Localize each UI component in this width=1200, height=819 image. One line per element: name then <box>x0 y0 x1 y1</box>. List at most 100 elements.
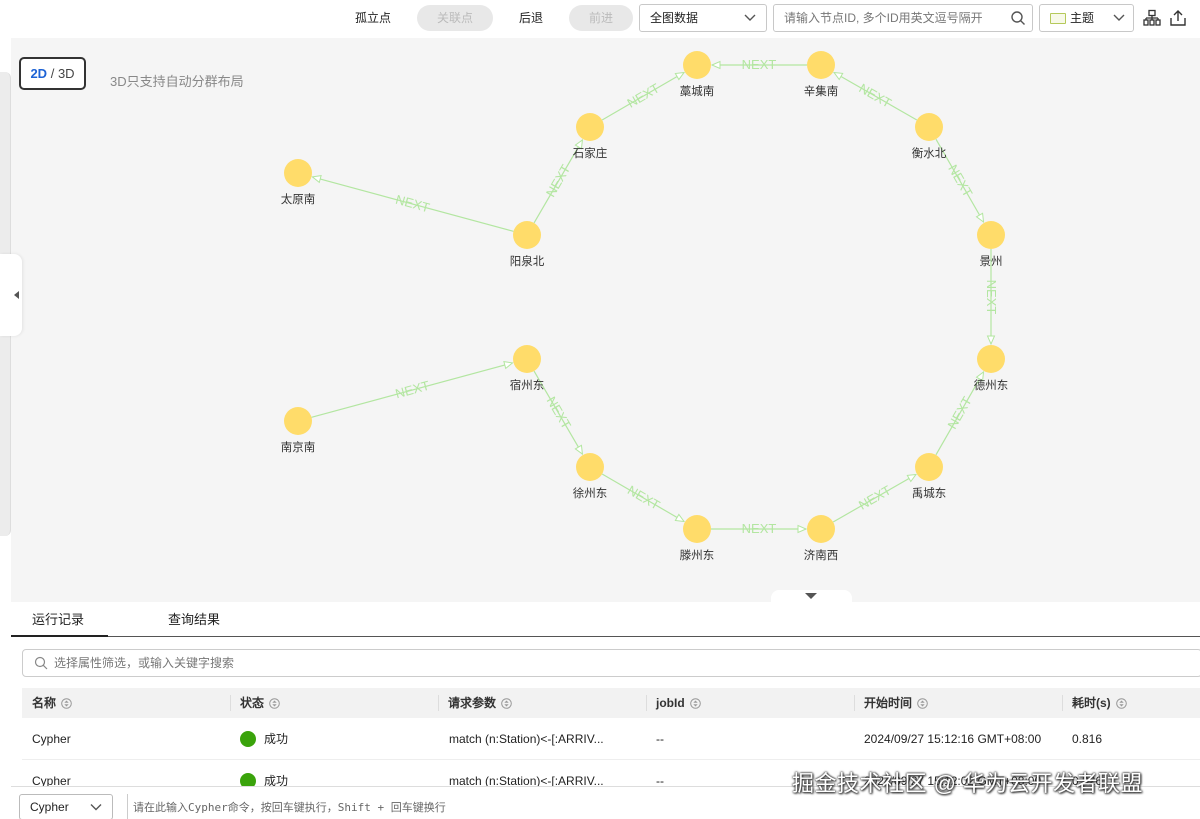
export-icon[interactable] <box>1169 9 1187 27</box>
node-label: 济南西 <box>804 548 839 562</box>
graph-nodes: 太原南阳泉北 石家庄 藁城南 辛集南衡水北景州德州东禹城东济南西 滕州东 徐州东 宿州东南京… <box>281 51 1009 562</box>
node-label: 禹城东 <box>912 487 947 500</box>
edge-arrowhead <box>986 335 996 346</box>
layout-hierarchy-icon[interactable] <box>1143 9 1161 27</box>
graph-node[interactable] <box>576 113 604 141</box>
tab-divider <box>11 636 1200 637</box>
sort-icon[interactable] <box>501 698 512 710</box>
graph-edges: NEXT NEXT NEXT NEXT NEXT NEXT NEXT NEXT NEXT NEXT… <box>311 57 999 536</box>
node-label: 阳泉北 <box>510 254 545 268</box>
edge-arrowhead <box>311 175 322 184</box>
row-params: match (n:Station)<-[:ARRIV... <box>449 732 604 746</box>
graph-view[interactable]: NEXT NEXT NEXT NEXT NEXT NEXT NEXT NEXT NEXT NEXT… <box>11 38 1200 598</box>
active-tab-indicator <box>11 635 108 637</box>
sort-icon[interactable] <box>689 698 701 710</box>
node-label: 藁城南 <box>680 84 715 98</box>
back-button[interactable]: 后退 <box>503 5 559 31</box>
graph-node[interactable] <box>807 515 835 543</box>
sort-icon[interactable] <box>61 698 72 710</box>
column-divider <box>854 695 855 711</box>
node-label: 宿州东 <box>510 378 545 392</box>
graph-node[interactable] <box>284 407 312 435</box>
row-name: Cypher <box>32 732 71 746</box>
table-header: 名称 状态 请求参数 jobId 开始时间 耗时(s) <box>22 688 1200 718</box>
row-duration: 0.816 <box>1072 732 1103 746</box>
graph-node[interactable] <box>807 51 835 79</box>
node-label: 滕州东 <box>680 548 715 562</box>
query-language-select[interactable]: Cypher <box>19 794 113 819</box>
edge-label: NEXT <box>544 394 574 432</box>
edge-label: NEXT <box>625 482 663 512</box>
query-language-value: Cypher <box>30 800 69 814</box>
node-search-input[interactable] <box>784 5 1009 31</box>
related-nodes-button[interactable]: 关联点 <box>417 5 493 31</box>
sort-icon[interactable] <box>269 698 280 710</box>
success-status-icon <box>240 730 256 747</box>
edge-label: NEXT <box>394 378 431 402</box>
node-label: 徐州东 <box>573 486 608 500</box>
node-label: 德州东 <box>974 378 1009 392</box>
graph-node[interactable] <box>915 453 943 481</box>
node-label: 太原南 <box>281 192 316 206</box>
column-header-name[interactable]: 名称 <box>32 688 72 718</box>
column-divider <box>646 695 647 711</box>
edge-label: NEXT <box>742 57 777 72</box>
node-label: 辛集南 <box>804 84 839 98</box>
edge-arrowhead <box>674 513 686 523</box>
command-divider <box>127 794 128 819</box>
graph-node[interactable] <box>513 345 541 373</box>
theme-select[interactable]: 主题 <box>1039 4 1134 32</box>
graph-node[interactable] <box>977 345 1005 373</box>
isolated-nodes-button[interactable]: 孤立点 <box>343 5 403 31</box>
filter-box <box>22 649 1200 677</box>
graph-node[interactable] <box>576 453 604 481</box>
tab-run-history[interactable]: 运行记录 <box>32 609 84 628</box>
table-row[interactable]: Cypher 成功 match (n:Station)<-[:ARRIV... … <box>22 718 1200 760</box>
graph-node[interactable] <box>513 221 541 249</box>
chevron-down-icon <box>90 804 102 811</box>
edge-arrowhead <box>674 71 686 81</box>
search-icon[interactable] <box>1010 10 1026 26</box>
edge-arrowhead <box>710 60 721 70</box>
graph-toolbar: 孤立点 关联点 后退 前进 全图数据 主题 <box>0 0 1200 38</box>
edge-label: NEXT <box>742 521 777 536</box>
theme-label: 主题 <box>1070 11 1095 25</box>
tab-query-results[interactable]: 查询结果 <box>168 609 220 628</box>
graph-node[interactable] <box>683 515 711 543</box>
column-header-params[interactable]: 请求参数 <box>448 688 512 718</box>
watermark: 掘金技术社区 @ 华为云开发者联盟 <box>792 771 1144 796</box>
node-label: 南京南 <box>281 440 316 454</box>
graph-node[interactable] <box>284 159 312 187</box>
filter-input[interactable] <box>54 651 654 675</box>
row-status: 成功 <box>240 718 288 760</box>
column-divider <box>438 695 439 711</box>
data-scope-select[interactable]: 全图数据 <box>639 4 767 32</box>
edge-label: NEXT <box>984 280 999 315</box>
edge-label: NEXT <box>856 482 894 512</box>
edge-label: NEXT <box>543 162 573 200</box>
row-jobid: -- <box>656 732 664 746</box>
sort-icon[interactable] <box>917 698 928 710</box>
edge-arrowhead <box>832 71 844 81</box>
column-header-status[interactable]: 状态 <box>240 688 280 718</box>
node-search-box <box>773 4 1033 32</box>
edge-label: NEXT <box>945 162 975 200</box>
edge-label: NEXT <box>856 80 894 110</box>
caret-down-icon <box>805 593 817 599</box>
cypher-command-input[interactable] <box>133 797 733 817</box>
edge-arrowhead <box>975 212 985 224</box>
graph-node[interactable] <box>683 51 711 79</box>
column-header-duration[interactable]: 耗时(s) <box>1072 688 1127 718</box>
edge-arrowhead <box>906 473 918 483</box>
column-header-jobid[interactable]: jobId <box>656 688 701 718</box>
sort-icon[interactable] <box>1115 698 1127 710</box>
search-icon <box>34 656 48 670</box>
graph-node[interactable] <box>977 221 1005 249</box>
theme-swatch-icon <box>1050 13 1066 24</box>
forward-button[interactable]: 前进 <box>569 5 633 31</box>
graph-node[interactable] <box>915 113 943 141</box>
column-divider <box>1062 695 1063 711</box>
edge-arrowhead <box>797 524 808 534</box>
row-start-time: 2024/09/27 15:12:16 GMT+08:00 <box>864 732 1042 746</box>
column-header-start-time[interactable]: 开始时间 <box>864 688 928 718</box>
